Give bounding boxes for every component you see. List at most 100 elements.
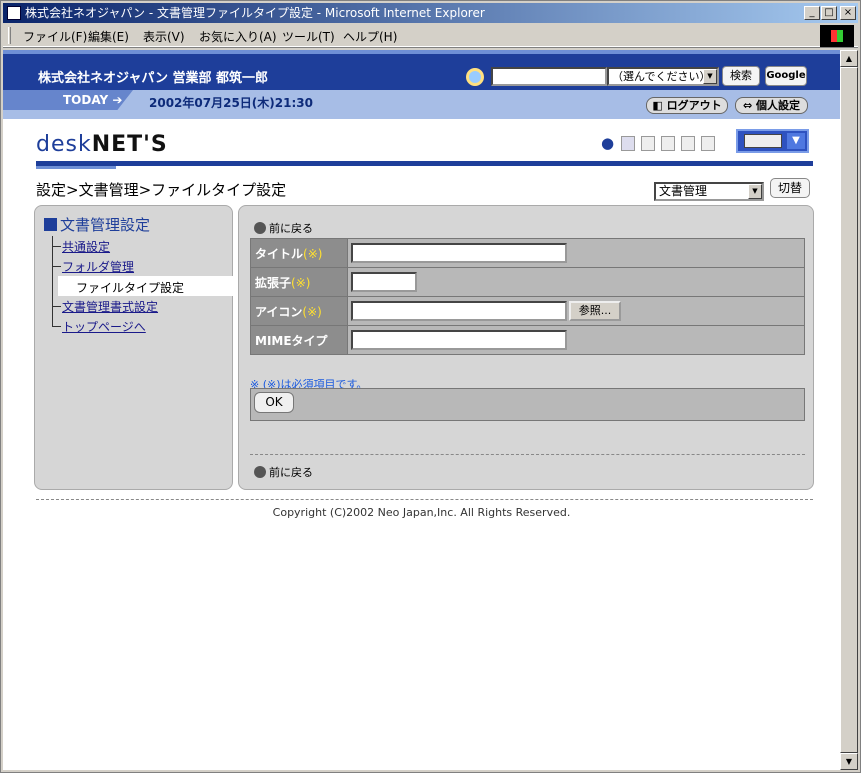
sidebar-item-label[interactable]: トップページへ (62, 318, 146, 335)
minimize-button[interactable]: _ (804, 6, 820, 20)
back-link-label: 前に戻る (269, 466, 313, 479)
field-label-text: 拡張子 (255, 275, 292, 290)
field-cell (347, 238, 805, 268)
search-scope-select[interactable]: （選んでください） ▼ (607, 67, 719, 86)
sidebar-title-text: 文書管理設定 (60, 216, 151, 234)
mime-type-input[interactable] (351, 330, 567, 350)
tree-tick (52, 326, 61, 327)
required-mark: (※) (291, 275, 311, 290)
form-row-extension: 拡張子(※) (250, 267, 805, 297)
sidebar-item-folder[interactable]: フォルダ管理 (52, 256, 227, 276)
field-label: タイトル(※) (250, 238, 348, 268)
footer-divider (36, 499, 813, 500)
scroll-up-button[interactable]: ▲ (840, 50, 858, 67)
title-input[interactable] (351, 243, 567, 263)
logo-part2: NET'S (91, 132, 168, 157)
switch-button[interactable]: 切替 (770, 178, 810, 198)
header-rule (36, 161, 813, 166)
app-select-value: 文書管理 (659, 184, 708, 198)
copyright: Copyright (C)2002 Neo Japan,Inc. All Rig… (272, 506, 571, 519)
menu-tools[interactable]: ツール(T) (282, 28, 335, 45)
user-icon[interactable]: ● (601, 136, 615, 151)
field-cell (347, 325, 805, 355)
ie-page-icon (7, 6, 21, 20)
document-icon[interactable] (701, 136, 715, 151)
breadcrumb: 設定>文書管理>ファイルタイプ設定 (36, 181, 287, 199)
table-icon[interactable] (681, 136, 695, 151)
back-arrow-icon (254, 466, 266, 478)
user-name: 株式会社ネオジャパン 営業部 都筑一郎 (38, 71, 269, 86)
back-link-bottom[interactable]: 前に戻る (254, 464, 313, 480)
divider (250, 454, 805, 455)
vertical-scrollbar[interactable]: ▲ ▼ (840, 50, 858, 770)
app-icon-row: ● (601, 136, 741, 154)
back-arrow-icon (254, 222, 266, 234)
chevron-down-icon: ▼ (748, 184, 762, 199)
window-title: 株式会社ネオジャパン - 文書管理ファイルタイプ設定 - Microsoft I… (25, 6, 485, 20)
back-link-top[interactable]: 前に戻る (254, 220, 313, 236)
menu-bar: ファイル(F) 編集(E) 表示(V) お気に入り(A) ツール(T) ヘルプ(… (3, 24, 858, 47)
edit-icon[interactable] (661, 136, 675, 151)
menu-edit[interactable]: 編集(E) (88, 28, 129, 45)
sidebar-item-common[interactable]: 共通設定 (52, 236, 227, 256)
close-button[interactable]: × (840, 6, 856, 20)
sidebar-item-toppage[interactable]: トップページへ (52, 316, 227, 336)
tree-tick (52, 246, 61, 247)
form-row-title: タイトル(※) (250, 238, 805, 268)
back-link-label: 前に戻る (269, 222, 313, 235)
personal-settings-button[interactable]: ⇔ 個人設定 (735, 97, 808, 114)
org-chart-icon[interactable] (621, 136, 635, 151)
sidebar-title: 文書管理設定 (44, 214, 150, 235)
logo-part1: desk (36, 132, 92, 157)
scroll-thumb[interactable] (840, 67, 858, 753)
search-icon (466, 68, 484, 86)
sidebar-item-label: ファイルタイプ設定 (76, 281, 185, 295)
page-content: 株式会社ネオジャパン 営業部 都筑一郎 （選んでください） ▼ 検索 Google… (3, 50, 840, 770)
browse-button[interactable]: 参照... (569, 301, 621, 321)
tree-tick (52, 306, 61, 307)
sidebar: 文書管理設定 共通設定 フォルダ管理 ファイルタイプ設定 文書管理書式設定 トッ… (34, 205, 233, 490)
tree-tick (52, 266, 61, 267)
field-cell (347, 267, 805, 297)
today-bar: TODAY ➔ 2002年07月25日(木)21:30 ◧ ログアウト ⇔ 個人… (3, 90, 840, 119)
square-bullet-icon (44, 218, 57, 231)
sidebar-item-format[interactable]: 文書管理書式設定 (52, 296, 227, 316)
google-button[interactable]: Google (765, 66, 807, 86)
menu-help[interactable]: ヘルプ(H) (343, 28, 397, 45)
search-button[interactable]: 検索 (722, 66, 760, 86)
form-row-mime: MIMEタイプ (250, 325, 805, 355)
today-label: TODAY ➔ (3, 90, 133, 110)
field-label: 拡張子(※) (250, 267, 348, 297)
header-bar: 株式会社ネオジャパン 営業部 都筑一郎 （選んでください） ▼ 検索 Google (3, 50, 840, 90)
icon-file-input[interactable] (351, 301, 567, 321)
memo-icon[interactable] (641, 136, 655, 151)
ok-button[interactable]: OK (254, 392, 294, 413)
maximize-button[interactable]: □ (821, 6, 837, 20)
sidebar-item-label[interactable]: 共通設定 (62, 238, 110, 255)
browser-window: 株式会社ネオジャパン - 文書管理ファイルタイプ設定 - Microsoft I… (0, 0, 861, 773)
sidebar-item-label[interactable]: フォルダ管理 (62, 258, 134, 275)
app-select[interactable]: 文書管理 ▼ (654, 182, 764, 201)
today-label-text: TODAY (63, 93, 109, 107)
scroll-down-button[interactable]: ▼ (840, 753, 858, 770)
logout-button[interactable]: ◧ ログアウト (646, 97, 728, 114)
menu-file[interactable]: ファイル(F) (23, 28, 87, 45)
chevron-down-icon: ▼ (787, 133, 805, 149)
menu-favorites[interactable]: お気に入り(A) (199, 28, 277, 45)
title-bar: 株式会社ネオジャパン - 文書管理ファイルタイプ設定 - Microsoft I… (3, 3, 858, 23)
header-rule-accent (36, 166, 116, 169)
display-menu-button[interactable]: ▼ (736, 129, 809, 153)
monitor-icon (744, 134, 782, 148)
form-row-icon: アイコン(※) 参照... (250, 296, 805, 326)
personal-settings-label: 個人設定 (756, 99, 801, 112)
sidebar-item-filetype: ファイルタイプ設定 (58, 276, 233, 296)
sidebar-item-label[interactable]: 文書管理書式設定 (62, 298, 158, 315)
filetype-form: タイトル(※) 拡張子(※) アイコン(※) 参照... MIMEタイプ (250, 238, 805, 355)
extension-input[interactable] (351, 272, 417, 292)
logout-label: ログアウト (666, 99, 722, 112)
desknets-logo: deskNET'S (36, 132, 168, 157)
search-input[interactable] (491, 67, 607, 86)
chevron-down-icon: ▼ (703, 69, 717, 84)
required-mark: (※) (303, 246, 323, 261)
menu-view[interactable]: 表示(V) (143, 28, 185, 45)
